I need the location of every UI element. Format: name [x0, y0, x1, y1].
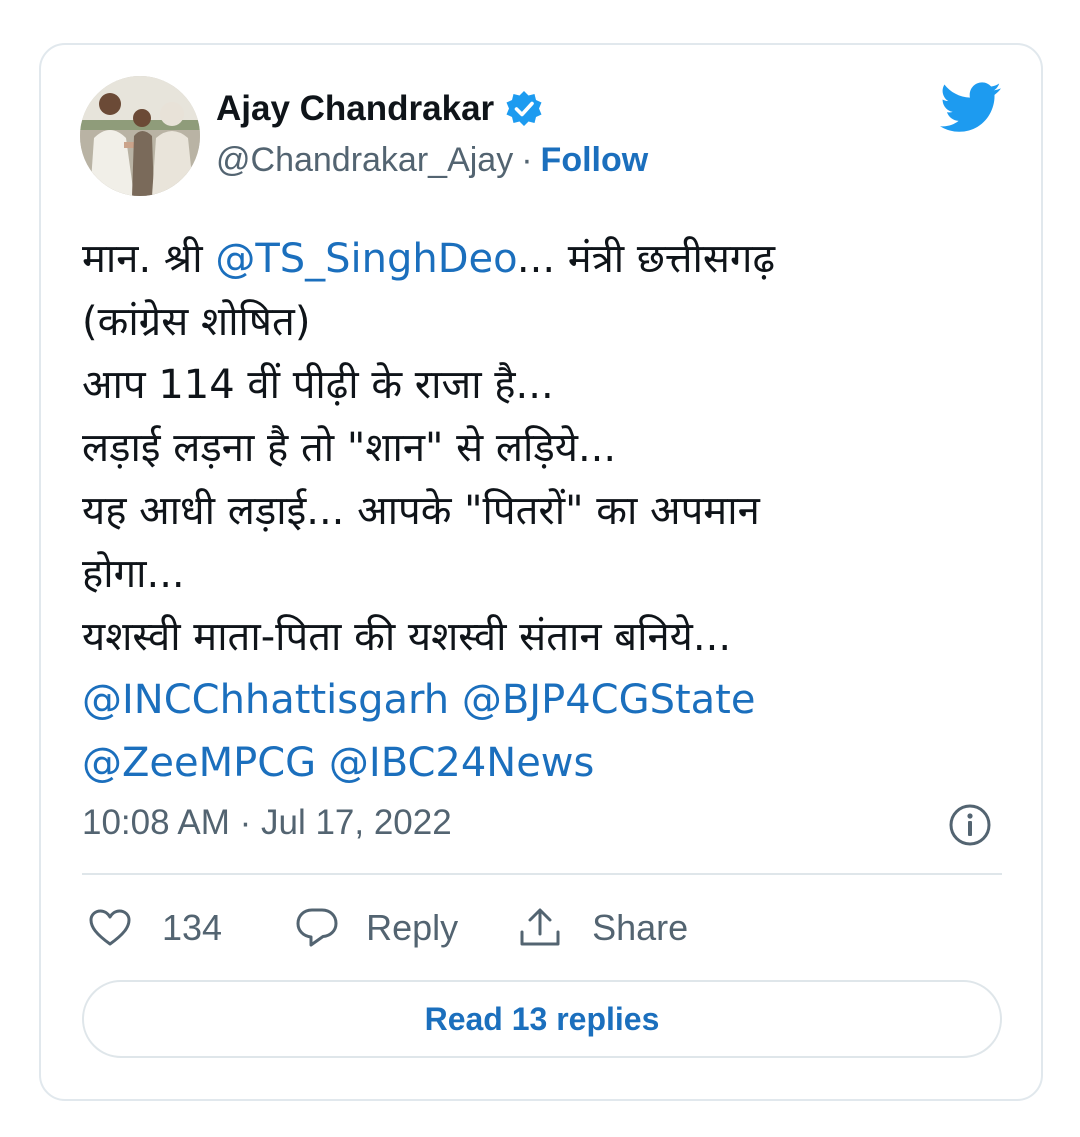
tweet-text-segment: ... मंत्री छत्तीसगढ़ — [516, 236, 775, 282]
mention-link[interactable]: @INCChhattisgarh — [82, 677, 449, 723]
heart-icon — [88, 908, 132, 948]
tweet-text-line: @INCChhattisgarh @BJP4CGState — [82, 669, 982, 732]
tweet-text-line: यशस्वी माता-पिता की यशस्वी संतान बनिये..… — [82, 606, 982, 669]
tweet-text-line: लड़ाई लड़ना है तो "शान" से लड़िये... — [82, 417, 982, 480]
reply-label: Reply — [366, 907, 459, 948]
tweet-text: मान. श्री @TS_SinghDeo... मंत्री छत्तीसग… — [82, 228, 982, 795]
avatar[interactable] — [80, 76, 200, 196]
mention-link[interactable]: @ZeeMPCG — [82, 740, 316, 786]
author-name-row: Ajay Chandrakar — [216, 86, 544, 132]
handle-separator: · — [521, 140, 533, 179]
like-button[interactable]: 134 — [88, 907, 222, 949]
mention-link[interactable]: @BJP4CGState — [462, 677, 756, 723]
tweet-text-segment: यह आधी लड़ाई... आपके "पितरों" का अपमान — [82, 488, 760, 534]
mention-link[interactable]: @IBC24News — [329, 740, 594, 786]
share-icon — [518, 906, 562, 950]
tweet-text-segment: आप 114 वीं पीढ़ी के राजा है... — [82, 362, 554, 408]
tweet-text-segment: होगा... — [82, 551, 185, 597]
tweet-text-segment — [449, 677, 462, 723]
twitter-bird-icon[interactable] — [940, 82, 1002, 134]
mention-link[interactable]: @TS_SinghDeo — [215, 236, 517, 282]
divider — [82, 873, 1002, 875]
author-handle[interactable]: @Chandrakar_Ajay — [216, 141, 513, 180]
tweet-text-line: (कांग्रेस शोषित) — [82, 291, 982, 354]
tweet-text-segment: लड़ाई लड़ना है तो "शान" से लड़िये... — [82, 425, 617, 471]
verified-badge-icon — [504, 89, 544, 129]
reply-button[interactable]: Reply — [294, 906, 458, 950]
tweet-text-line: आप 114 वीं पीढ़ी के राजा है... — [82, 354, 982, 417]
tweet-text-line: मान. श्री @TS_SinghDeo... मंत्री छत्तीसग… — [82, 228, 982, 291]
tweet-text-segment: (कांग्रेस शोषित) — [82, 299, 311, 345]
share-button[interactable]: Share — [518, 906, 688, 950]
follow-button[interactable]: Follow — [541, 141, 649, 180]
author-name[interactable]: Ajay Chandrakar — [216, 89, 494, 129]
tweet-timestamp[interactable]: 10:08 AM · Jul 17, 2022 — [82, 798, 452, 848]
tweet-text-segment: मान. श्री — [82, 236, 216, 282]
tweet-text-segment: यशस्वी माता-पिता की यशस्वी संतान बनिये..… — [82, 614, 732, 660]
tweet-text-line: @ZeeMPCG @IBC24News — [82, 732, 982, 795]
action-bar: 134 Reply Share — [88, 898, 688, 958]
tweet-text-line: होगा... — [82, 543, 982, 606]
tweet-text-segment — [316, 740, 329, 786]
like-count: 134 — [162, 907, 223, 948]
share-label: Share — [592, 907, 689, 948]
reply-bubble-icon — [294, 906, 340, 950]
read-replies-button[interactable]: Read 13 replies — [82, 980, 1002, 1058]
info-icon[interactable] — [945, 800, 995, 850]
tweet-text-line: यह आधी लड़ाई... आपके "पितरों" का अपमान — [82, 480, 982, 543]
author-handle-row: @Chandrakar_Ajay · Follow — [216, 138, 648, 182]
